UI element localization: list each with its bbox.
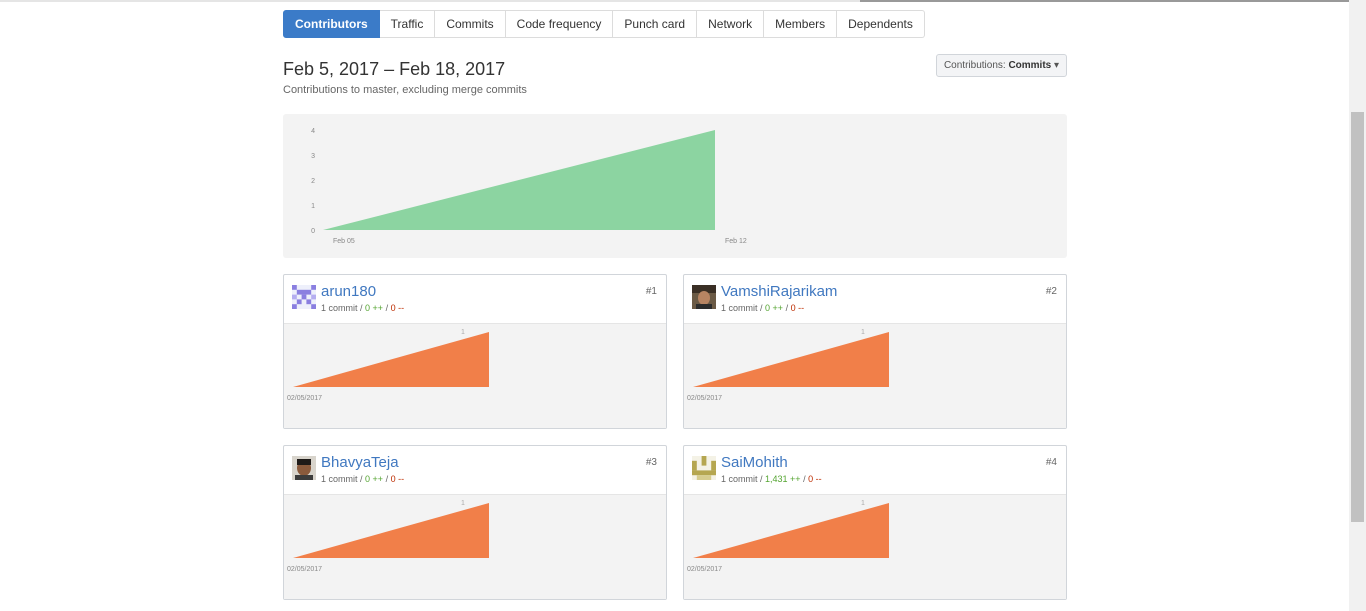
- contributor-stats: 1 commit / 1,431 ++ / 0 --: [721, 474, 822, 484]
- additions: 0 ++: [765, 303, 784, 313]
- deletions: 0 --: [390, 303, 405, 313]
- y-tick-label: 4: [311, 128, 315, 135]
- main-chart-svg: 0 1 2 3 4 Feb 05 Feb 12: [311, 128, 747, 245]
- contributor-card: arun180 1 commit / 0 ++ / 0 -- #1 1 02/05…: [283, 274, 667, 429]
- dropdown-value: Commits: [1008, 60, 1052, 71]
- contributor-area-series: [693, 503, 889, 558]
- tab-network[interactable]: Network: [697, 10, 765, 38]
- deletions: 0 --: [808, 474, 822, 484]
- contributor-name-link[interactable]: arun180: [321, 283, 376, 300]
- commit-count[interactable]: 1 commit: [321, 474, 358, 484]
- y-tick-label: 1: [311, 203, 315, 210]
- contributor-area-series: [293, 503, 489, 558]
- contributor-name-link[interactable]: SaiMohith: [721, 454, 788, 471]
- x-tick-label: Feb 05: [333, 238, 355, 245]
- contributions-type-dropdown[interactable]: Contributions: Commits ▾: [936, 54, 1067, 77]
- avatar[interactable]: [692, 285, 716, 309]
- additions: 1,431 ++: [765, 474, 801, 484]
- peak-label: 1: [861, 329, 865, 336]
- card-header: SaiMohith 1 commit / 1,431 ++ / 0 -- #4: [684, 446, 1066, 495]
- chart-start-date: 02/05/2017: [287, 566, 322, 573]
- page-scrollbar[interactable]: [1349, 0, 1366, 611]
- commit-count[interactable]: 1 commit: [721, 474, 758, 484]
- chart-start-date: 02/05/2017: [287, 395, 322, 402]
- avatar[interactable]: [692, 456, 716, 480]
- deletions: 0 --: [790, 303, 805, 313]
- contributor-stats: 1 commit / 0 ++ / 0 --: [721, 303, 805, 313]
- contributor-chart-svg: 1 02/05/2017: [687, 500, 889, 573]
- commit-count[interactable]: 1 commit: [321, 303, 358, 313]
- contributor-chart-svg: 1 02/05/2017: [287, 329, 489, 402]
- chart-start-date: 02/05/2017: [687, 566, 722, 573]
- commit-count[interactable]: 1 commit: [721, 303, 758, 313]
- contributor-rank: #2: [1045, 286, 1057, 297]
- contributor-area-series: [293, 332, 489, 387]
- contributor-card: SaiMohith 1 commit / 1,431 ++ / 0 -- #4 …: [683, 445, 1067, 600]
- tab-traffic[interactable]: Traffic: [379, 10, 436, 38]
- avatar[interactable]: [292, 285, 316, 309]
- contributor-area-series: [693, 332, 889, 387]
- contributor-rank: #3: [645, 457, 657, 468]
- contributor-chart: 1 02/05/2017: [684, 495, 1066, 599]
- contributor-rank: #4: [1045, 457, 1057, 468]
- avatar[interactable]: [292, 456, 316, 480]
- peak-label: 1: [461, 500, 465, 507]
- card-header: arun180 1 commit / 0 ++ / 0 -- #1: [284, 275, 666, 324]
- contributor-chart: 1 02/05/2017: [284, 495, 666, 599]
- contributor-rank: #1: [645, 286, 657, 297]
- main-area-series: [323, 130, 715, 230]
- additions: 0 ++: [365, 474, 384, 484]
- insights-tabs: Contributors Traffic Commits Code freque…: [283, 10, 925, 38]
- peak-label: 1: [461, 329, 465, 336]
- contributor-name-link[interactable]: VamshiRajarikam: [721, 283, 837, 300]
- tab-contributors[interactable]: Contributors: [283, 10, 380, 38]
- tab-code-frequency[interactable]: Code frequency: [505, 10, 614, 38]
- additions: 0 ++: [365, 303, 384, 313]
- contributions-subtitle: Contributions to master, excluding merge…: [283, 84, 527, 96]
- contributor-card: BhavyaTeja 1 commit / 0 ++ / 0 -- #3 1 02…: [283, 445, 667, 600]
- scrollbar-thumb[interactable]: [1351, 112, 1364, 522]
- x-tick-label: Feb 12: [725, 238, 747, 245]
- contributor-name-link[interactable]: BhavyaTeja: [321, 454, 399, 471]
- contributor-card: VamshiRajarikam 1 commit / 0 ++ / 0 -- #…: [683, 274, 1067, 429]
- contributor-chart: 1 02/05/2017: [684, 324, 1066, 428]
- caret-down-icon: ▾: [1054, 60, 1060, 71]
- tab-punch-card[interactable]: Punch card: [613, 10, 698, 38]
- contributor-stats: 1 commit / 0 ++ / 0 --: [321, 303, 405, 313]
- tab-dependents[interactable]: Dependents: [837, 10, 925, 38]
- y-tick-label: 3: [311, 153, 315, 160]
- y-tick-label: 2: [311, 178, 315, 185]
- browser-top-edge: [0, 0, 1366, 2]
- tab-commits[interactable]: Commits: [435, 10, 506, 38]
- contributor-stats: 1 commit / 0 ++ / 0 --: [321, 474, 405, 484]
- card-header: VamshiRajarikam 1 commit / 0 ++ / 0 -- #…: [684, 275, 1066, 324]
- peak-label: 1: [861, 500, 865, 507]
- date-range-title: Feb 5, 2017 – Feb 18, 2017: [283, 59, 506, 79]
- chart-start-date: 02/05/2017: [687, 395, 722, 402]
- deletions: 0 --: [390, 474, 405, 484]
- contributor-chart-svg: 1 02/05/2017: [687, 329, 889, 402]
- contributor-chart-svg: 1 02/05/2017: [287, 500, 489, 573]
- card-header: BhavyaTeja 1 commit / 0 ++ / 0 -- #3: [284, 446, 666, 495]
- commits-area-chart: 0 1 2 3 4 Feb 05 Feb 12: [283, 114, 1067, 258]
- tab-members[interactable]: Members: [764, 10, 838, 38]
- contributor-chart: 1 02/05/2017: [284, 324, 666, 428]
- y-tick-label: 0: [311, 228, 315, 235]
- dropdown-prefix: Contributions:: [943, 60, 1006, 71]
